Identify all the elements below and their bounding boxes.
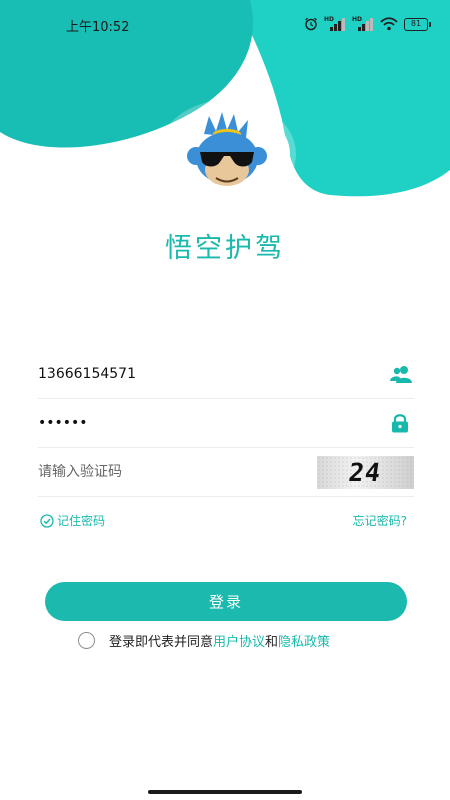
captcha-code: 24	[347, 458, 384, 487]
captcha-image[interactable]: 24	[317, 456, 414, 489]
remember-password-label: 记住密码	[57, 514, 106, 528]
user-icon[interactable]	[390, 365, 412, 383]
login-button[interactable]: 登录	[45, 582, 407, 621]
alarm-icon	[305, 17, 317, 31]
signal-icon: HD	[352, 16, 374, 32]
agreement-conjunction: 和	[265, 634, 279, 650]
agreement-row: 登录即代表并同意 用户协议 和 隐私政策	[78, 630, 330, 650]
login-form: 24	[38, 350, 414, 497]
privacy-policy-link[interactable]: 隐私政策	[278, 631, 330, 650]
wifi-icon	[380, 17, 398, 31]
home-indicator[interactable]	[148, 790, 302, 794]
app-logo	[164, 106, 290, 202]
monkey-logo-icon	[187, 112, 267, 186]
status-time: 上午10:52	[66, 20, 130, 35]
battery-icon: 81	[404, 17, 431, 31]
remember-password-toggle[interactable]: 记住密码	[40, 512, 105, 529]
signal-icon: HD	[324, 16, 346, 32]
password-field-row	[38, 399, 414, 448]
app-title: 悟空护驾	[165, 233, 285, 264]
check-circle-icon	[40, 513, 54, 528]
forgot-password-link[interactable]: 忘记密码?	[353, 512, 407, 529]
agreement-checkbox[interactable]	[78, 631, 95, 649]
lock-icon[interactable]	[390, 413, 410, 433]
phone-field-row	[38, 350, 414, 399]
login-options: 记住密码 忘记密码?	[40, 512, 410, 532]
agreement-prefix: 登录即代表并同意	[109, 634, 214, 650]
captcha-input[interactable]	[38, 448, 358, 496]
status-bar: 上午10:52 HD HD 81	[0, 0, 450, 48]
password-input[interactable]	[38, 399, 358, 447]
user-agreement-link[interactable]: 用户协议	[213, 631, 265, 650]
phone-input[interactable]	[38, 350, 358, 398]
captcha-field-row: 24	[38, 448, 414, 497]
status-icons: HD HD 81	[304, 15, 431, 33]
